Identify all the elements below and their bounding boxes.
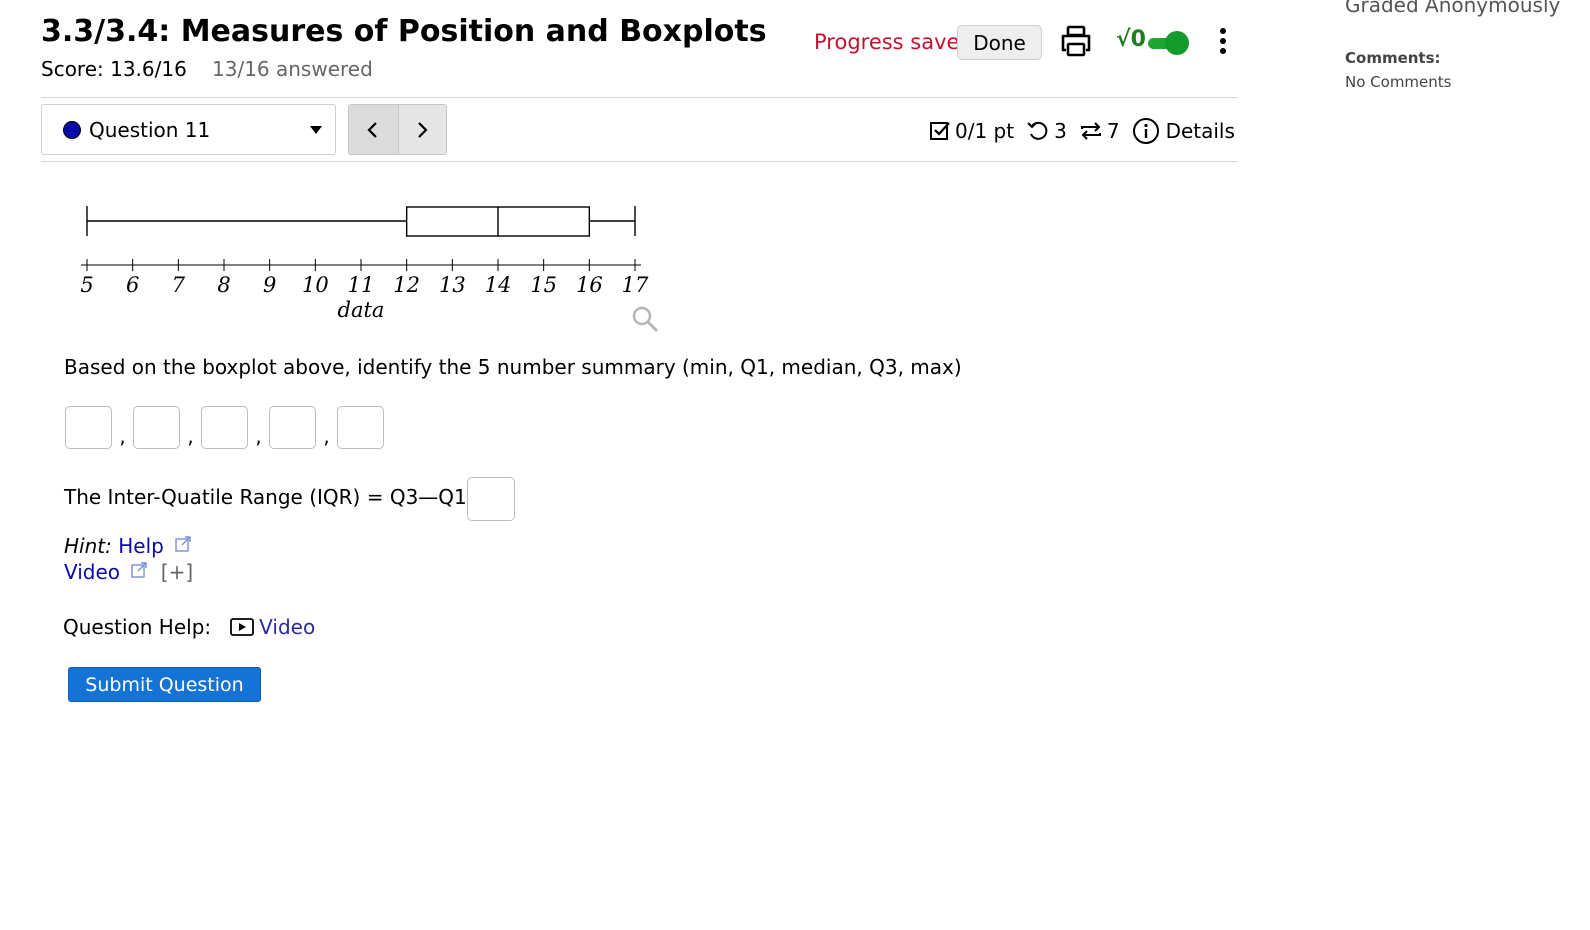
math-entry-icon: √0	[1116, 27, 1146, 52]
done-button[interactable]: Done	[957, 25, 1042, 60]
separator: ,	[323, 424, 330, 448]
question-select[interactable]: Question 11	[41, 104, 336, 155]
separator: ,	[255, 424, 262, 448]
x-tick-label: 6	[126, 273, 139, 297]
x-tick-label: 7	[172, 273, 186, 297]
question-status-dot	[63, 121, 81, 139]
x-tick-label: 14	[485, 273, 512, 297]
checkbox-score-icon	[929, 120, 951, 142]
retry-icon	[1026, 120, 1050, 142]
x-tick-label: 10	[302, 273, 329, 297]
x-axis-label: data	[338, 298, 385, 322]
boxplot-chart: 5 6 7 8 9 10 11 12 13 14 15 16 17 data	[80, 206, 649, 322]
info-icon[interactable]	[1132, 117, 1160, 145]
attempts-count: 7	[1106, 119, 1120, 143]
help-video-link[interactable]: Video	[259, 615, 315, 639]
score-text: Score: 13.6/16	[41, 57, 187, 81]
more-options-icon[interactable]	[1213, 27, 1233, 57]
submit-question-button[interactable]: Submit Question	[68, 667, 261, 702]
video-row: Video [+]	[64, 560, 193, 584]
separator: ,	[187, 424, 194, 448]
separator: ,	[119, 424, 126, 448]
expand-toggle[interactable]: [+]	[161, 560, 193, 584]
answer-min-input[interactable]	[65, 406, 112, 449]
chevron-right-icon	[418, 121, 428, 138]
previous-question-button[interactable]	[349, 105, 398, 154]
points-text: 0/1 pt	[955, 119, 1015, 143]
x-tick-label: 15	[530, 273, 557, 297]
x-tick-label: 8	[217, 273, 230, 297]
external-link-icon	[130, 560, 148, 584]
hint-label: Hint:	[64, 534, 112, 558]
header-divider	[41, 97, 1238, 98]
question-select-label: Question 11	[89, 118, 211, 142]
answer-max-input[interactable]	[337, 406, 384, 449]
x-tick-label: 16	[576, 273, 603, 297]
chevron-left-icon	[367, 121, 378, 138]
video-play-icon	[230, 617, 255, 637]
graded-status: Graded Anonymously	[1345, 0, 1561, 17]
iqr-label: The Inter-Quatile Range (IQR) = Q3—Q1 =	[64, 485, 490, 509]
x-tick-label: 5	[80, 273, 93, 297]
progress-status: Progress saved	[814, 30, 973, 54]
x-tick-label: 13	[439, 273, 466, 297]
retries-count: 3	[1054, 119, 1067, 143]
attempts-icon	[1079, 120, 1103, 142]
five-number-summary-inputs: , , , ,	[65, 406, 384, 449]
question-help-row: Question Help: Video	[63, 615, 315, 639]
x-tick-label: 9	[263, 273, 276, 297]
hint-row: Hint: Help	[64, 534, 192, 558]
question-meta: 0/1 pt 3 7 Details	[929, 116, 1235, 146]
math-entry-toggle[interactable]	[1148, 31, 1190, 55]
caret-down-icon	[310, 126, 322, 134]
external-link-icon	[174, 534, 192, 558]
zoom-icon[interactable]	[631, 305, 659, 333]
nav-divider	[41, 161, 1238, 162]
x-tick-label: 17	[622, 273, 649, 297]
question-nav-group	[348, 104, 447, 155]
x-tick-label: 12	[393, 273, 420, 297]
video-link[interactable]: Video	[64, 560, 120, 584]
answered-count: 13/16 answered	[212, 57, 373, 81]
iqr-input[interactable]	[467, 477, 515, 521]
page-title: 3.3/3.4: Measures of Position and Boxplo…	[41, 14, 767, 49]
question-prompt: Based on the boxplot above, identify the…	[64, 355, 962, 379]
print-icon[interactable]	[1059, 24, 1093, 58]
comments-text: No Comments	[1345, 73, 1452, 91]
answer-q3-input[interactable]	[269, 406, 316, 449]
comments-heading: Comments:	[1345, 49, 1441, 67]
answer-median-input[interactable]	[201, 406, 248, 449]
answer-q1-input[interactable]	[133, 406, 180, 449]
question-help-label: Question Help:	[63, 615, 212, 639]
x-tick-label: 11	[348, 273, 375, 297]
help-link[interactable]: Help	[118, 534, 164, 558]
next-question-button[interactable]	[397, 105, 446, 154]
details-link[interactable]: Details	[1166, 119, 1235, 143]
